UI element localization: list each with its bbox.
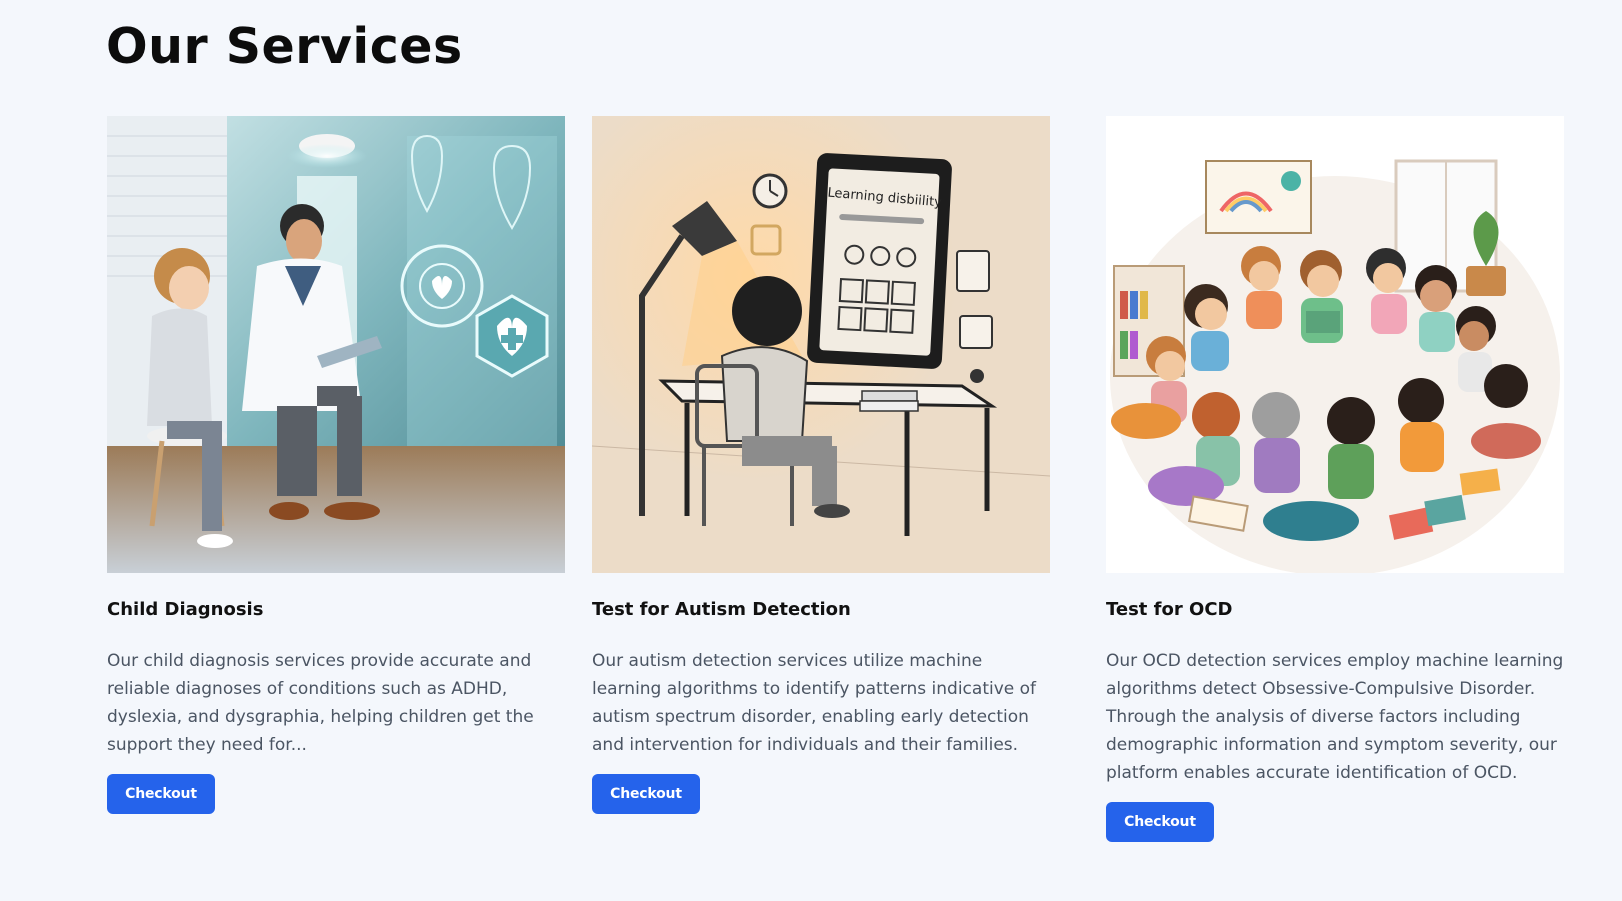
services-section: Our Services Child Diagnosis Our child d… [0, 0, 1622, 901]
service-card-child-diagnosis: Child Diagnosis Our child diagnosis serv… [107, 116, 565, 814]
service-title: Test for Autism Detection [592, 599, 851, 620]
section-title: Our Services [106, 18, 463, 75]
checkout-button-autism-detection[interactable]: Checkout [592, 774, 700, 814]
service-title: Test for OCD [1106, 599, 1233, 620]
service-card-autism-detection: Learning disbiility Test for Autism Dete… [592, 116, 1050, 814]
service-description: Our autism detection services utilize ma… [592, 651, 1037, 755]
service-description: Our OCD detection services employ machin… [1106, 651, 1564, 783]
service-card-ocd: Test for OCD Our OCD detection services … [1106, 116, 1564, 842]
service-image-child-diagnosis [107, 116, 565, 573]
service-image-ocd [1106, 116, 1564, 573]
service-image-autism-detection: Learning disbiility [592, 116, 1050, 573]
service-description: Our child diagnosis services provide acc… [107, 651, 534, 755]
checkout-button-ocd[interactable]: Checkout [1106, 802, 1214, 842]
checkout-button-child-diagnosis[interactable]: Checkout [107, 774, 215, 814]
service-title: Child Diagnosis [107, 599, 264, 620]
